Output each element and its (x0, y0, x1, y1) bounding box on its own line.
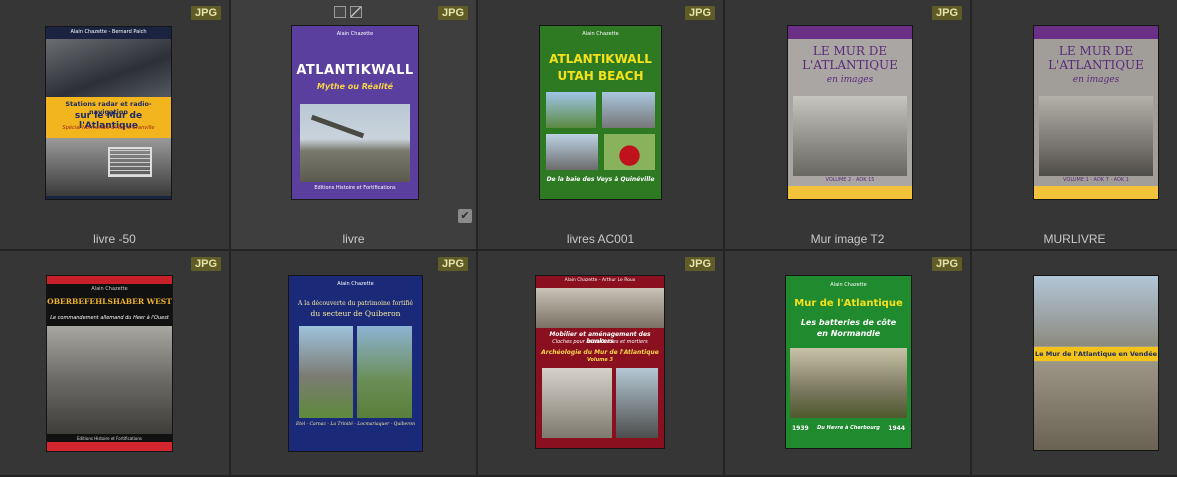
thumbnail-cell[interactable]: JPG Alain Chazette Mur de l'Atlantique L… (725, 251, 972, 477)
cover-title-line1: LE MUR DE (812, 44, 888, 58)
radar-antenna (108, 147, 152, 177)
thumbnail-cell[interactable]: LE MUR DE L'ATLANTIQUE en images VOLUME … (972, 0, 1177, 251)
cover-authors: Alain Chazette (336, 31, 374, 37)
book-cover-thumbnail[interactable]: Alain Chazette Mur de l'Atlantique Les b… (786, 276, 911, 448)
book-cover-thumbnail[interactable]: Alain Chazette - Arthur Le Roux Mobilier… (536, 276, 664, 448)
file-type-badge: JPG (437, 257, 468, 271)
bunker-photo-2 (602, 92, 655, 128)
file-type-badge: JPG (190, 6, 221, 20)
coast-photo (1034, 276, 1158, 346)
cover-authors: Alain Chazette (830, 282, 867, 288)
cloche-photo (542, 368, 612, 438)
cover-title-line2: Cloches pour mitrailleuses et mortiers (552, 339, 648, 345)
turret-photo (604, 134, 655, 170)
soldiers-photo (1039, 96, 1153, 176)
cover-subtitle: Spécial Normandie d'Ault à Granville (62, 125, 155, 131)
thumbnail-cell[interactable]: JPG Alain Chazette ATLANTIKWALL UTAH BEA… (478, 0, 725, 251)
cover-title-line3: en Normandie (816, 329, 881, 338)
file-type-badge: JPG (437, 6, 468, 20)
rotate-controls (334, 6, 362, 18)
thumbnail-caption: MURLIVRE (1043, 232, 1106, 246)
cover-subtitle: en images (826, 75, 874, 85)
cover-title-line1: Mur de l'Atlantique (794, 298, 903, 309)
soldiers-photo (793, 96, 907, 176)
top-band (47, 276, 172, 284)
cover-authors: Alain Chazette (582, 31, 619, 37)
file-type-badge: JPG (931, 257, 962, 271)
tower-photo (299, 326, 353, 418)
cover-volume: VOLUME 2 · AOK 15 (825, 177, 875, 183)
top-band (788, 26, 912, 39)
book-cover-thumbnail[interactable]: Alain Chazette ATLANTIKWALL Mythe ou Réa… (292, 26, 418, 199)
bottom-band (1034, 186, 1158, 199)
cover-volume: Volume 3 (586, 357, 614, 363)
cover-subtitle: en images (1072, 75, 1120, 85)
book-cover-thumbnail[interactable]: Alain Chazette ATLANTIKWALL UTAH BEACH D… (540, 26, 661, 199)
cover-title-line1: A la découverte du patrimoine fortifié (298, 300, 413, 307)
cover-title-line2: Les batteries de côte (800, 318, 897, 327)
bunker-photo (1034, 362, 1158, 450)
book-cover-thumbnail[interactable]: LE MUR DE L'ATLANTIQUE en images VOLUME … (1034, 26, 1158, 199)
thumbnail-caption: livre -50 (93, 232, 136, 246)
cover-authors: Alain Chazette (91, 286, 128, 292)
book-cover-thumbnail[interactable]: Le Mur de l'Atlantique en Vendée (1034, 276, 1158, 450)
cover-subtitle: Mythe ou Réalité (316, 82, 394, 91)
rotate-right-icon[interactable] (350, 6, 362, 18)
cover-title: ATLANTIKWALL (296, 63, 414, 78)
thumbnail-cell[interactable]: JPG Alain Chazette - Arthur Le Roux Mobi… (478, 251, 725, 477)
thumbnail-grid: JPG Alain Chazette - Bernard Paich Stati… (0, 0, 1177, 477)
file-type-badge: JPG (931, 6, 962, 20)
thumbnail-caption: livre (342, 232, 365, 246)
cover-title-line3: Archéologie du Mur de l'Atlantique (541, 349, 659, 356)
battery-photo (790, 348, 907, 418)
cover-title-line1: ATLANTIKWALL (549, 52, 652, 66)
file-type-badge: JPG (684, 257, 715, 271)
cover-year-right: 1944 (888, 425, 905, 432)
cover-title: OBERBEFEHLSHABER WEST (47, 297, 172, 306)
bottom-band (788, 186, 912, 199)
thumbnail-cell[interactable]: JPG LE MUR DE L'ATLANTIQUE en images VOL… (725, 0, 972, 251)
book-cover-thumbnail[interactable]: Alain Chazette A la découverte du patrim… (289, 276, 422, 451)
cover-footer: Etel - Carnac - La Trinité - Locmariaque… (296, 422, 415, 427)
rotate-left-icon[interactable] (334, 6, 346, 18)
selection-check-icon[interactable]: ✔ (458, 209, 472, 223)
thumbnail-cell[interactable]: Le Mur de l'Atlantique en Vendée (972, 251, 1177, 477)
tower-photo (616, 368, 658, 438)
thumbnail-cell-selected[interactable]: JPG Alain Chazette ATLANTIKWALL Mythe ou… (231, 0, 478, 251)
thumbnail-cell[interactable]: JPG Alain Chazette OBERBEFEHLSHABER WEST… (0, 251, 231, 477)
cover-footer: De la baie des Veys à Quinéville (546, 176, 655, 183)
officers-photo (47, 326, 172, 434)
thumbnail-cell[interactable]: JPG Alain Chazette - Bernard Paich Stati… (0, 0, 231, 251)
thumbnail-caption: Mur image T2 (810, 232, 885, 246)
bottom-band (47, 442, 172, 451)
cover-subtitle: Le commandement allemand du Heer à l'Oue… (50, 315, 169, 321)
cover-title-line2: UTAH BEACH (557, 69, 644, 83)
cover-title-line2: L'ATLANTIQUE (1048, 58, 1144, 72)
cover-title-line2: du secteur de Quiberon (310, 309, 401, 318)
cover-volume: VOLUME 1 · AOK 7 · AOK 1 (1063, 177, 1129, 183)
fort-photo (357, 326, 412, 418)
cover-title-line2: L'ATLANTIQUE (802, 58, 898, 72)
cover-title: Le Mur de l'Atlantique en Vendée (1034, 350, 1158, 358)
book-cover-thumbnail[interactable]: Alain Chazette OBERBEFEHLSHABER WEST Le … (47, 276, 172, 451)
top-band (1034, 26, 1158, 39)
cover-authors: Alain Chazette (337, 281, 374, 287)
aerial-photo (46, 39, 171, 97)
bunker-photo-1 (546, 92, 596, 128)
cover-authors: Alain Chazette - Arthur Le Roux (564, 278, 636, 283)
bunker-photo-3 (546, 134, 598, 170)
file-type-badge: JPG (684, 6, 715, 20)
book-cover-thumbnail[interactable]: LE MUR DE L'ATLANTIQUE en images VOLUME … (788, 26, 912, 199)
thumbnail-cell[interactable]: JPG Alain Chazette A la découverte du pa… (231, 251, 478, 477)
bunker-photo-top (536, 288, 664, 328)
cover-publisher: Editions Histoire et Fortifications (77, 436, 142, 441)
thumbnail-caption: livres AC001 (566, 232, 635, 246)
file-type-badge: JPG (190, 257, 221, 271)
cover-publisher: Editions Histoire et Fortifications (314, 185, 396, 191)
book-cover-thumbnail[interactable]: Alain Chazette - Bernard Paich Stations … (46, 27, 171, 199)
cover-title-line1: LE MUR DE (1058, 44, 1134, 58)
cover-authors: Alain Chazette - Bernard Paich (70, 29, 147, 35)
